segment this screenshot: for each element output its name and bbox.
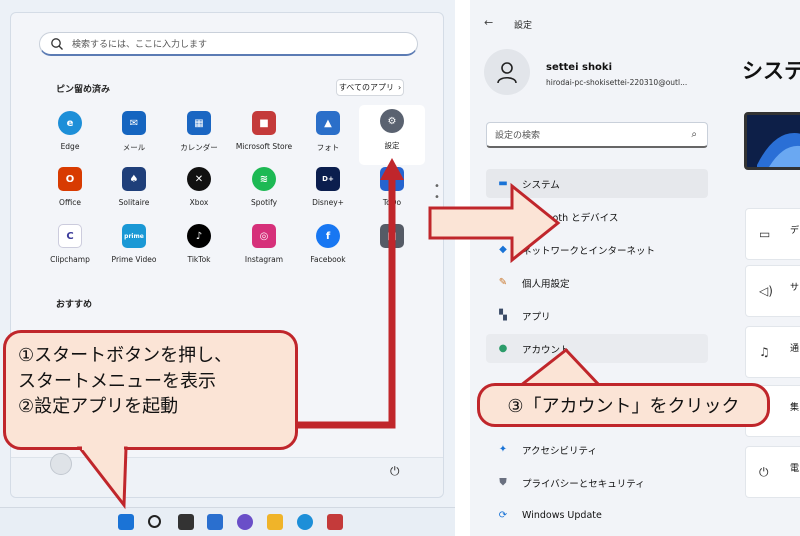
- callout-pointer-right: [515, 347, 604, 388]
- instruction-callout-right: ③「アカウント」をクリック: [477, 383, 770, 427]
- stage: 検索するには、ここに入力します ピン留め済み すべてのアプリ › e Edge …: [0, 0, 800, 536]
- callout-right-text: ③「アカウント」をクリック: [507, 396, 740, 417]
